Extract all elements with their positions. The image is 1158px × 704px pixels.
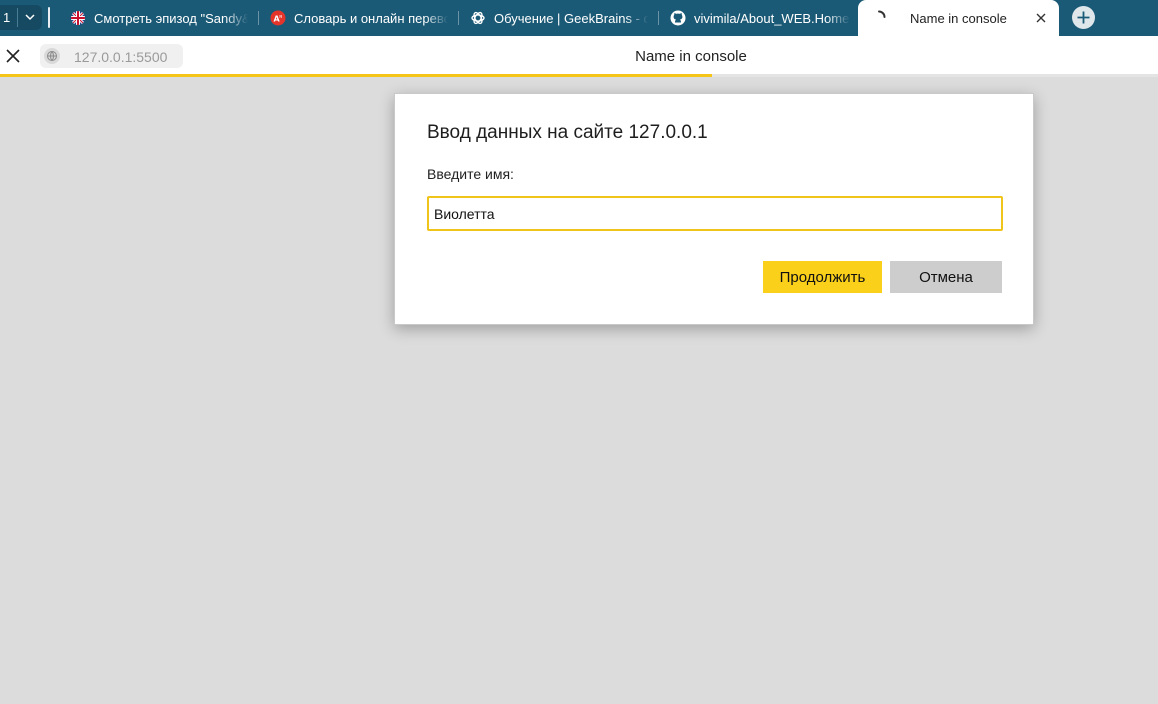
page-load-progress — [0, 74, 713, 77]
plus-icon — [1077, 11, 1090, 24]
tab-separator — [258, 11, 259, 25]
tab-title: Словарь и онлайн перевод — [294, 11, 448, 26]
tab-geekbrains[interactable]: Обучение | GeekBrains - о — [470, 0, 648, 36]
tab-separator — [658, 11, 659, 25]
tab-name-in-console[interactable]: Name in console — [858, 0, 1059, 36]
github-icon — [670, 10, 686, 26]
svg-text:я: я — [279, 14, 282, 20]
tab-title: Name in console — [910, 11, 1007, 26]
tab-strip-divider — [48, 7, 50, 28]
tab-title: vivimila/About_WEB.Home — [694, 11, 850, 26]
dialog-prompt-label: Введите имя: — [427, 166, 514, 182]
translator-icon: A я — [270, 10, 286, 26]
page-title: Name in console — [635, 48, 747, 65]
openai-icon — [471, 11, 485, 25]
tab-sandy-episode[interactable]: Смотреть эпизод "Sandy& — [70, 0, 248, 36]
tab-dictionary[interactable]: A я Словарь и онлайн перевод — [270, 0, 448, 36]
tab-title: Смотреть эпизод "Sandy& — [94, 11, 248, 26]
new-tab-button[interactable] — [1072, 6, 1095, 29]
tab-counter-divider — [17, 8, 18, 27]
tab-separator — [458, 11, 459, 25]
chevron-down-icon — [25, 14, 35, 21]
continue-button[interactable]: Продолжить — [763, 261, 882, 293]
loading-spinner-icon — [878, 10, 886, 18]
close-tab-icon[interactable] — [1034, 11, 1048, 25]
address-bar: 127.0.0.1:5500 Name in console — [0, 36, 1158, 76]
prompt-dialog: Ввод данных на сайте 127.0.0.1 Введите и… — [394, 93, 1034, 325]
dialog-title: Ввод данных на сайте 127.0.0.1 — [427, 122, 708, 143]
tab-title: Обучение | GeekBrains - о — [494, 11, 648, 26]
tab-counter-button[interactable]: 1 — [0, 5, 42, 30]
tab-github[interactable]: vivimila/About_WEB.Home — [670, 0, 850, 36]
tab-count: 1 — [3, 10, 11, 25]
tab-strip: 1 Смотреть эпизод "Sandy& A я Словарь и — [0, 0, 1158, 36]
name-input[interactable] — [427, 196, 1003, 231]
cancel-button[interactable]: Отмена — [890, 261, 1002, 293]
uk-flag-icon — [71, 11, 85, 25]
